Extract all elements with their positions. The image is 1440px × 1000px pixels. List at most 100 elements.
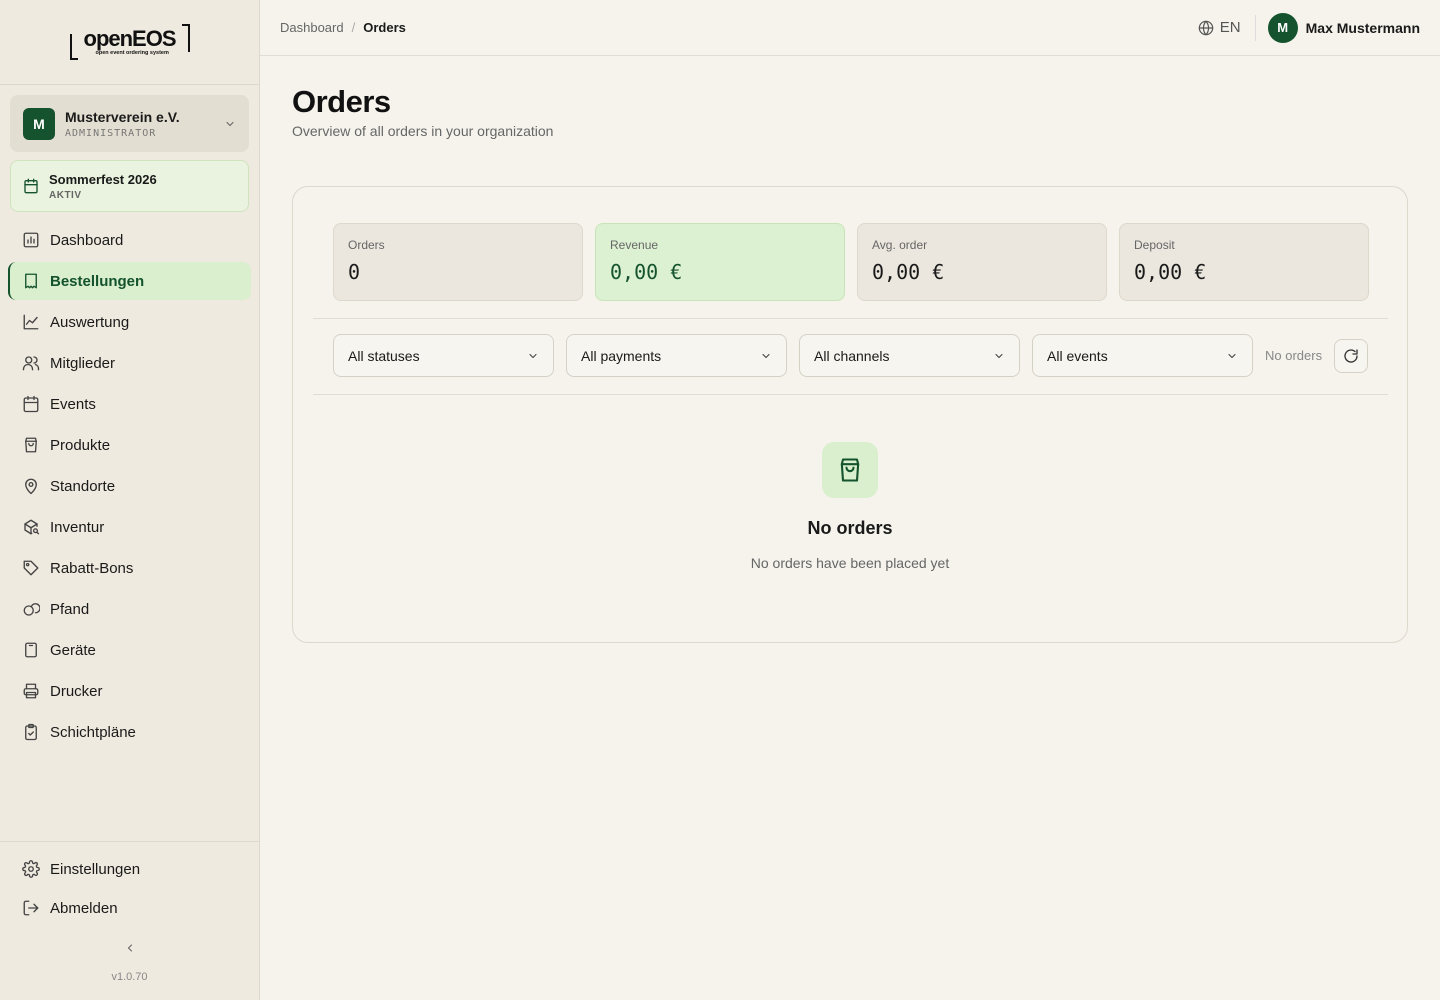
active-event-card[interactable]: Sommerfest 2026 AKTIV [10, 160, 249, 212]
divider [313, 318, 1388, 319]
sidebar-item-geraete[interactable]: Geräte [8, 631, 251, 669]
shopping-bag-icon [840, 458, 860, 482]
sidebar-item-events[interactable]: Events [8, 385, 251, 423]
sidebar-item-label: Dashboard [50, 231, 124, 249]
sidebar-item-label: Pfand [50, 600, 90, 618]
sidebar-item-bestellungen[interactable]: Bestellungen [8, 262, 251, 300]
sidebar-item-label: Produkte [50, 436, 111, 454]
organization-switcher[interactable]: M Musterverein e.V. ADMINISTRATOR [10, 95, 249, 152]
main-nav: Dashboard Bestellungen Auswertung Mitgli… [8, 221, 251, 754]
stat-value: 0,00 € [610, 260, 683, 284]
sidebar-item-inventur[interactable]: Inventur [8, 508, 251, 546]
sidebar-item-label: Abmelden [50, 899, 118, 917]
stat-label: Revenue [610, 238, 659, 252]
sidebar-item-abmelden[interactable]: Abmelden [8, 889, 251, 927]
status-filter-select[interactable]: All statuses [333, 334, 554, 377]
event-filter-select[interactable]: All events [1032, 334, 1253, 377]
empty-state-title: No orders [807, 518, 893, 538]
sidebar-item-label: Inventur [50, 518, 105, 536]
sidebar-item-label: Schichtpläne [50, 723, 136, 741]
calendar-icon [24, 178, 38, 194]
org-avatar: M [23, 107, 55, 140]
select-value: All payments [581, 347, 662, 364]
breadcrumb-current: Orders [363, 20, 406, 35]
stat-value: 0 [348, 260, 361, 284]
stat-label: Deposit [1134, 238, 1175, 252]
stat-value: 0,00 € [1134, 260, 1207, 284]
line-chart-icon [23, 314, 39, 330]
chevron-down-icon [226, 121, 234, 126]
select-value: All events [1047, 347, 1108, 364]
empty-state: No orders No orders have been placed yet [293, 442, 1407, 571]
printer-icon [23, 683, 39, 699]
org-role: ADMINISTRATOR [65, 127, 157, 139]
package-search-icon [24, 519, 40, 535]
select-value: All channels [814, 347, 890, 364]
stats-row: Orders 0 Revenue 0,00 € Avg. order 0,00 … [333, 223, 1369, 301]
sidebar-footer: Einstellungen Abmelden [0, 841, 259, 928]
order-count: No orders [1265, 348, 1323, 363]
logo-area: openEOS open event ordering system [0, 0, 259, 85]
empty-state-icon-wrap [822, 442, 878, 498]
calendar-icon [23, 395, 39, 413]
shopping-bag-icon [25, 437, 37, 453]
breadcrumb-dashboard[interactable]: Dashboard [280, 20, 344, 35]
sidebar-item-label: Auswertung [50, 313, 130, 331]
sidebar-item-dashboard[interactable]: Dashboard [8, 221, 251, 259]
chevron-down-icon [762, 353, 770, 358]
sidebar-item-mitglieder[interactable]: Mitglieder [8, 344, 251, 382]
filter-bar: All statuses All payments All channels A… [333, 334, 1369, 377]
channel-filter-select[interactable]: All channels [799, 334, 1020, 377]
logo-bracket-right [181, 24, 190, 52]
avatar: M [1267, 12, 1298, 43]
sidebar: openEOS open event ordering system M Mus… [0, 0, 260, 1000]
breadcrumb-separator: / [351, 20, 356, 35]
user-menu[interactable]: M Max Mustermann [1267, 12, 1420, 43]
org-name: Musterverein e.V. [65, 108, 180, 125]
chevron-down-icon [995, 353, 1003, 358]
select-value: All statuses [348, 347, 420, 364]
coins-icon [23, 603, 40, 616]
page-subtitle: Overview of all orders in your organizat… [292, 123, 554, 139]
sidebar-item-pfand[interactable]: Pfand [8, 590, 251, 628]
collapse-sidebar-button[interactable] [120, 938, 140, 958]
stat-revenue: Revenue 0,00 € [595, 223, 845, 301]
user-name: Max Mustermann [1305, 19, 1420, 36]
sidebar-item-produkte[interactable]: Produkte [8, 426, 251, 464]
sidebar-item-standorte[interactable]: Standorte [8, 467, 251, 505]
sidebar-item-auswertung[interactable]: Auswertung [8, 303, 251, 341]
topbar: Dashboard / Orders EN M Max Mustermann [260, 0, 1440, 56]
sidebar-item-einstellungen[interactable]: Einstellungen [8, 850, 251, 888]
chart-bar-icon [23, 232, 39, 248]
event-status: AKTIV [49, 189, 82, 201]
language-switcher[interactable]: EN [1198, 14, 1256, 41]
stat-label: Orders [348, 238, 385, 252]
openeos-logo[interactable]: openEOS open event ordering system [69, 22, 190, 62]
logo-tagline: open event ordering system [95, 50, 169, 56]
stat-value: 0,00 € [872, 260, 945, 284]
page-title: Orders [292, 84, 391, 119]
tablet-icon [25, 642, 37, 658]
sidebar-item-label: Bestellungen [50, 272, 145, 290]
chevron-left-icon [127, 944, 133, 952]
sidebar-item-schichtplaene[interactable]: Schichtpläne [8, 713, 251, 751]
sidebar-item-drucker[interactable]: Drucker [8, 672, 251, 710]
payment-filter-select[interactable]: All payments [566, 334, 787, 377]
stat-label: Avg. order [872, 238, 928, 252]
logo-word: openEOS [83, 26, 177, 51]
stat-deposit: Deposit 0,00 € [1119, 223, 1369, 301]
sidebar-item-label: Drucker [50, 682, 103, 700]
clipboard-check-icon [25, 723, 37, 741]
sidebar-item-label: Rabatt-Bons [50, 559, 134, 577]
map-pin-icon [25, 478, 37, 495]
divider [313, 394, 1388, 395]
stat-orders: Orders 0 [333, 223, 583, 301]
empty-state-subtitle: No orders have been placed yet [750, 555, 950, 571]
event-name: Sommerfest 2026 [49, 171, 157, 187]
orders-card: Orders 0 Revenue 0,00 € Avg. order 0,00 … [292, 186, 1408, 643]
sidebar-item-label: Mitglieder [50, 354, 116, 372]
sidebar-item-rabatt-bons[interactable]: Rabatt-Bons [8, 549, 251, 587]
sidebar-item-label: Standorte [50, 477, 116, 495]
refresh-button[interactable] [1334, 338, 1369, 373]
chevron-down-icon [1228, 353, 1236, 358]
